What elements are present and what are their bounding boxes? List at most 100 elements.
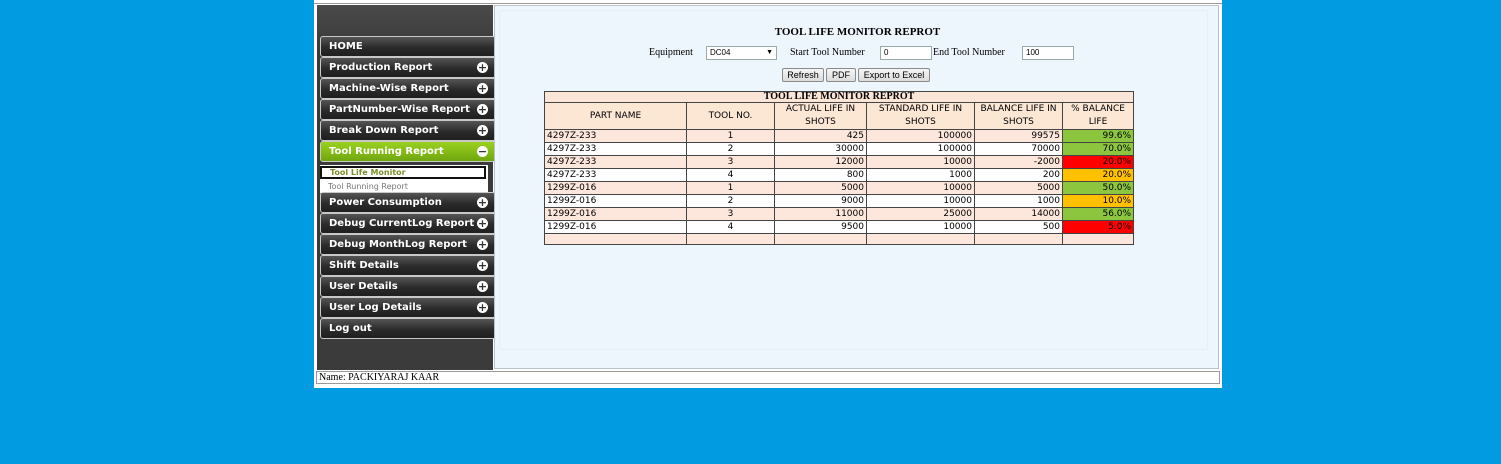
cell-tool-no: 1 — [686, 181, 775, 195]
menu-power-consumption[interactable]: Power Consumption + — [320, 192, 496, 213]
plus-icon[interactable]: + — [477, 260, 488, 271]
table-row: 4297Z-233 1 425 100000 99575 99.6% — [544, 129, 1135, 143]
cell-part-name: 4297Z-233 — [544, 142, 687, 156]
plus-icon[interactable]: + — [477, 104, 488, 115]
menu-debug-monthlog-report[interactable]: Debug MonthLog Report + — [320, 234, 496, 255]
menu-user-details[interactable]: User Details + — [320, 276, 496, 297]
cell-standard-life: 25000 — [866, 207, 975, 221]
tool-life-table: TOOL LIFE MONITOR REPROT PART NAME TOOL … — [543, 91, 1135, 245]
cell-actual-life: 30000 — [774, 142, 867, 156]
action-buttons: Refresh PDF Export to Excel — [495, 68, 1220, 82]
cell-part-name: 1299Z-016 — [544, 220, 687, 234]
cell-actual-life: 800 — [774, 168, 867, 182]
menu-label: Debug CurrentLog Report — [329, 218, 475, 229]
cell-part-name: 4297Z-233 — [544, 168, 687, 182]
cell-balance-life: 14000 — [974, 207, 1063, 221]
cell-balance-life: -2000 — [974, 155, 1063, 169]
menu-home[interactable]: HOME — [320, 36, 496, 57]
menu-label: PartNumber-Wise Report — [329, 104, 470, 115]
plus-icon[interactable]: + — [477, 218, 488, 229]
equipment-select[interactable]: DC04 ▼ — [706, 46, 777, 60]
menu-user-log-details[interactable]: User Log Details + — [320, 297, 496, 318]
plus-icon[interactable]: + — [477, 197, 488, 208]
refresh-button[interactable]: Refresh — [782, 68, 824, 82]
cell-actual-life: 11000 — [774, 207, 867, 221]
menu-machine-wise-report[interactable]: Machine-Wise Report + — [320, 78, 496, 99]
cell-balance-life: 5000 — [974, 181, 1063, 195]
header-tool-no: TOOL NO. — [686, 102, 775, 130]
cell-tool-no: 1 — [686, 129, 775, 143]
menu-production-report[interactable]: Production Report + — [320, 57, 496, 78]
cell-standard-life: 10000 — [866, 220, 975, 234]
menu-label: User Details — [329, 281, 398, 292]
cell-standard-life: 100000 — [866, 142, 975, 156]
header-actual-life: ACTUAL LIFE IN SHOTS — [774, 102, 867, 130]
filter-bar: Equipment DC04 ▼ Start Tool Number 0 End… — [495, 46, 1220, 62]
cell-percent-balance: 20.0% — [1061, 155, 1135, 169]
table-row: 1299Z-016 1 5000 10000 5000 50.0% — [544, 181, 1135, 195]
cell-part-name: 4297Z-233 — [544, 155, 687, 169]
table-row: 4297Z-233 4 800 1000 200 20.0% — [544, 168, 1135, 182]
table-row: 1299Z-016 4 9500 10000 500 5.0% — [544, 220, 1135, 234]
menu-break-down-report[interactable]: Break Down Report + — [320, 120, 496, 141]
pdf-button[interactable]: PDF — [826, 68, 856, 82]
export-excel-button[interactable]: Export to Excel — [858, 68, 930, 82]
main-content: TOOL LIFE MONITOR REPROT Equipment DC04 … — [494, 5, 1219, 369]
page-title: TOOL LIFE MONITOR REPROT — [774, 26, 941, 38]
menu-label: Debug MonthLog Report — [329, 239, 467, 250]
cell-standard-life: 1000 — [866, 168, 975, 182]
end-tool-label: End Tool Number — [933, 47, 1005, 58]
cell-actual-life: 9000 — [774, 194, 867, 208]
menu-debug-currentlog-report[interactable]: Debug CurrentLog Report + — [320, 213, 496, 234]
minus-icon[interactable]: − — [477, 146, 488, 157]
table-empty-row — [544, 233, 1135, 245]
header-percent-balance: % BALANCE LIFE — [1061, 102, 1135, 130]
cell-tool-no: 4 — [686, 168, 775, 182]
cell-part-name: 1299Z-016 — [544, 194, 687, 208]
menu-log-out[interactable]: Log out — [320, 318, 496, 339]
table-row: 1299Z-016 2 9000 10000 1000 10.0% — [544, 194, 1135, 208]
header-balance-life: BALANCE LIFE IN SHOTS — [974, 102, 1063, 130]
menu-label: Break Down Report — [329, 125, 439, 136]
menu-label: Machine-Wise Report — [329, 83, 449, 94]
menu-shift-details[interactable]: Shift Details + — [320, 255, 496, 276]
plus-icon[interactable]: + — [477, 83, 488, 94]
equipment-label: Equipment — [649, 47, 693, 58]
cell-percent-balance: 10.0% — [1061, 194, 1135, 208]
menu-label: Production Report — [329, 62, 433, 73]
plus-icon[interactable]: + — [477, 281, 488, 292]
cell-tool-no: 2 — [686, 142, 775, 156]
menu-partnumber-wise-report[interactable]: PartNumber-Wise Report + — [320, 99, 496, 120]
cell-actual-life: 12000 — [774, 155, 867, 169]
cell-percent-balance: 56.0% — [1061, 207, 1135, 221]
cell-balance-life: 1000 — [974, 194, 1063, 208]
plus-icon[interactable]: + — [477, 125, 488, 136]
table-cell — [686, 233, 775, 245]
cell-standard-life: 10000 — [866, 181, 975, 195]
cell-percent-balance: 5.0% — [1061, 220, 1135, 234]
end-tool-input[interactable]: 100 — [1022, 46, 1074, 60]
table-row: 4297Z-233 2 30000 100000 70000 70.0% — [544, 142, 1135, 156]
cell-tool-no: 4 — [686, 220, 775, 234]
menu-label: Log out — [329, 323, 372, 334]
cell-standard-life: 10000 — [866, 194, 975, 208]
plus-icon[interactable]: + — [477, 302, 488, 313]
start-tool-label: Start Tool Number — [790, 47, 865, 58]
top-divider — [314, 3, 1222, 4]
cell-actual-life: 5000 — [774, 181, 867, 195]
submenu-item-tool-life-monitor[interactable]: Tool Life Monitor — [320, 166, 486, 179]
cell-balance-life: 99575 — [974, 129, 1063, 143]
start-tool-input[interactable]: 0 — [880, 46, 932, 60]
plus-icon[interactable]: + — [477, 239, 488, 250]
app-window: HOME Production Report + Machine-Wise Rep… — [314, 0, 1222, 388]
header-part-name: PART NAME — [544, 102, 687, 130]
menu-tool-running-report[interactable]: Tool Running Report − — [320, 141, 496, 162]
cell-percent-balance: 70.0% — [1061, 142, 1135, 156]
table-cell — [974, 233, 1063, 245]
header-standard-life: STANDARD LIFE IN SHOTS — [866, 102, 975, 130]
plus-icon[interactable]: + — [477, 62, 488, 73]
table-header-row: PART NAME TOOL NO. ACTUAL LIFE IN SHOTS … — [544, 102, 1135, 130]
submenu: Tool Life Monitor Tool Running Report — [320, 165, 488, 193]
table-cell — [544, 233, 687, 245]
menu-label: User Log Details — [329, 302, 422, 313]
